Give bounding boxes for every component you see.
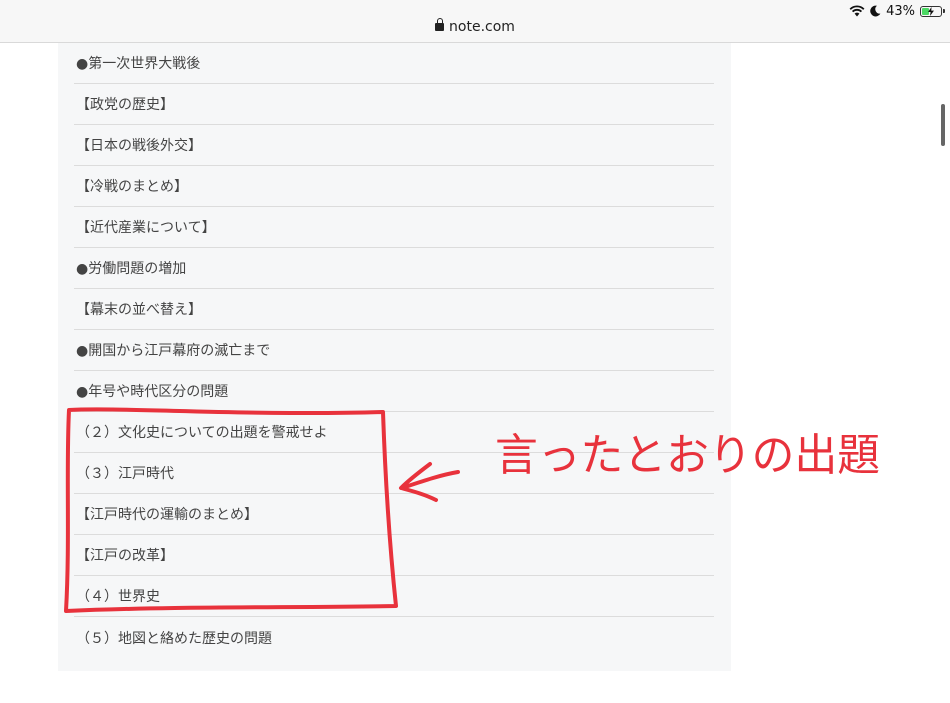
list-item-label[interactable]: 【冷戦のまとめ】	[76, 176, 188, 196]
moon-icon	[870, 5, 881, 17]
list-item[interactable]: ●開国から江戸幕府の滅亡まで	[74, 330, 714, 371]
list-item[interactable]: 【江戸時代の運輸のまとめ】	[74, 494, 714, 535]
battery-percent: 43%	[886, 3, 915, 19]
list-item-label[interactable]: （４）世界史	[76, 586, 160, 606]
table-of-contents: ●第一次世界大戦後 【政党の歴史】 【日本の戦後外交】 【冷戦のまとめ】 【近代…	[74, 43, 714, 658]
list-item-label[interactable]: 【幕末の並べ替え】	[76, 299, 202, 319]
list-item-label[interactable]: ●年号や時代区分の問題	[76, 381, 228, 401]
list-item-label[interactable]: 【近代産業について】	[76, 217, 216, 237]
list-item[interactable]: 【近代産業について】	[74, 207, 714, 248]
list-item-label[interactable]: 【政党の歴史】	[76, 94, 174, 114]
article-content: ●第一次世界大戦後 【政党の歴史】 【日本の戦後外交】 【冷戦のまとめ】 【近代…	[58, 43, 731, 671]
list-item[interactable]: 【日本の戦後外交】	[74, 125, 714, 166]
list-item[interactable]: （３）江戸時代	[74, 453, 714, 494]
list-item-label[interactable]: （３）江戸時代	[76, 463, 174, 483]
list-item-label[interactable]: ●開国から江戸幕府の滅亡まで	[76, 340, 270, 360]
list-item-label[interactable]: 【江戸時代の運輸のまとめ】	[76, 504, 258, 524]
list-item-label[interactable]: 【江戸の改革】	[76, 545, 174, 565]
lock-icon	[435, 18, 445, 31]
status-indicators: 43%	[849, 3, 945, 19]
battery-icon	[920, 5, 945, 17]
list-item[interactable]: 【幕末の並べ替え】	[74, 289, 714, 330]
list-item[interactable]: ●第一次世界大戦後	[74, 43, 714, 84]
list-item[interactable]: （４）世界史	[74, 576, 714, 617]
list-item[interactable]: （５）地図と絡めた歴史の問題	[74, 617, 714, 658]
list-item-label[interactable]: ●第一次世界大戦後	[76, 53, 200, 73]
address-bar[interactable]: note.com	[0, 18, 950, 35]
list-item[interactable]: ●労働問題の増加	[74, 248, 714, 289]
scrollbar[interactable]	[941, 104, 945, 146]
list-item-label[interactable]: 【日本の戦後外交】	[76, 135, 202, 155]
list-item[interactable]: ●年号や時代区分の問題	[74, 371, 714, 412]
list-item-label[interactable]: （２）文化史についての出題を警戒せよ	[76, 422, 328, 442]
list-item[interactable]: 【江戸の改革】	[74, 535, 714, 576]
wifi-icon	[849, 5, 865, 17]
list-item[interactable]: 【政党の歴史】	[74, 84, 714, 125]
browser-status-bar: note.com 43%	[0, 0, 950, 43]
list-item[interactable]: 【冷戦のまとめ】	[74, 166, 714, 207]
list-item-label[interactable]: ●労働問題の増加	[76, 258, 186, 278]
list-item-label[interactable]: （５）地図と絡めた歴史の問題	[76, 628, 272, 648]
list-item[interactable]: （２）文化史についての出題を警戒せよ	[74, 412, 714, 453]
url-text: note.com	[449, 19, 515, 35]
